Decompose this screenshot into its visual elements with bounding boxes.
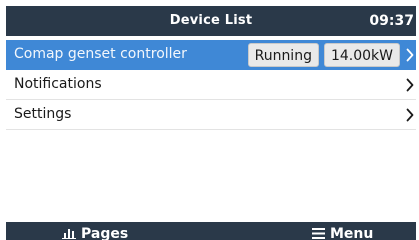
chevron-right-icon (406, 48, 414, 62)
pages-button-label: Pages (81, 226, 129, 240)
title-bar: Device List 09:37 (6, 6, 416, 36)
pages-button[interactable]: Pages (62, 225, 128, 240)
list-item-label: Comap genset controller (14, 46, 187, 62)
list-item-notifications[interactable]: Notifications (6, 70, 416, 100)
hamburger-menu-icon (312, 227, 325, 239)
bar-chart-icon (62, 227, 76, 239)
page-title: Device List (169, 13, 253, 28)
list-item-settings[interactable]: Settings (6, 100, 416, 130)
list-item-label: Notifications (14, 76, 102, 92)
device-list: Comap genset controller Running 14.00kW N… (6, 40, 416, 130)
list-item-comap-genset-controller[interactable]: Comap genset controller Running 14.00kW (6, 40, 416, 70)
menu-button[interactable]: Menu (312, 225, 373, 240)
display-screen: Device List 09:37 Comap genset controlle… (6, 6, 416, 240)
list-item-label: Settings (14, 106, 72, 122)
power-badge: 14.00kW (323, 43, 400, 67)
empty-list-area (6, 134, 416, 218)
device-screen-frame: Device List 09:37 Comap genset controlle… (0, 0, 419, 240)
status-badges: Running 14.00kW (243, 43, 400, 67)
menu-button-label: Menu (330, 226, 374, 240)
chevron-right-icon (406, 78, 414, 92)
clock: 09:37 (369, 13, 414, 29)
chevron-right-icon (406, 108, 414, 122)
status-badge: Running (247, 43, 319, 67)
bottom-bar: Pages Menu (6, 222, 416, 240)
